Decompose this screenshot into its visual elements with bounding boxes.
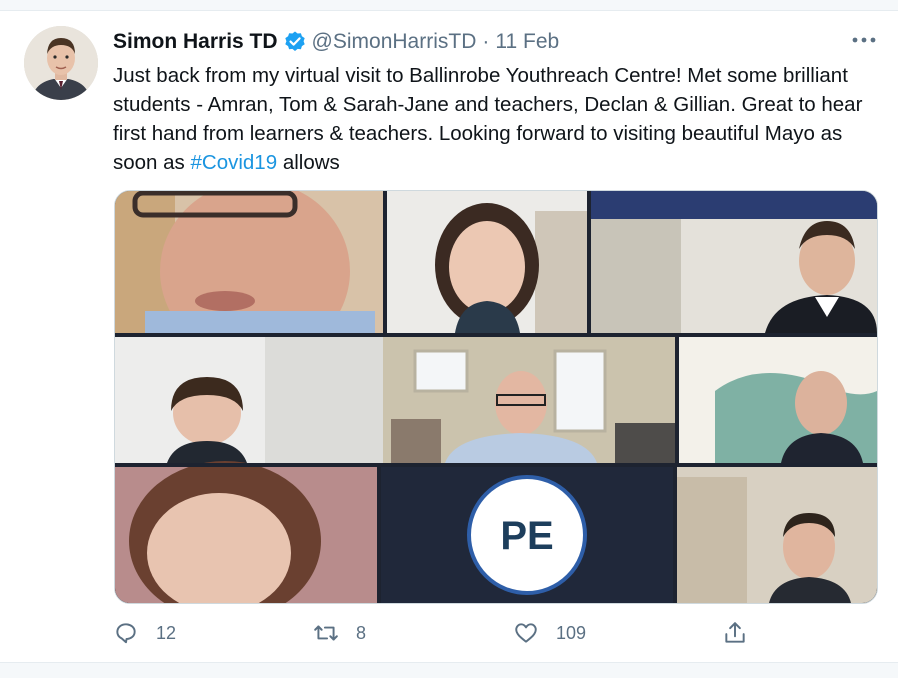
video-tile-4 xyxy=(115,337,383,463)
avatar-image xyxy=(24,26,98,100)
video-tile-3 xyxy=(591,191,877,333)
retweet-icon xyxy=(314,625,338,641)
tweet-text: Just back from my virtual visit to Balli… xyxy=(113,61,883,177)
tweet-actions: 12 8 109 xyxy=(113,616,883,650)
tweet-text-tail: allows xyxy=(277,151,340,174)
hashtag-link[interactable]: #Covid19 xyxy=(191,151,278,174)
timeline-bottom-divider xyxy=(0,662,898,678)
video-tile-9 xyxy=(677,467,877,603)
timeline-top-divider xyxy=(0,0,898,11)
video-tile-2 xyxy=(387,191,587,333)
header-separator: · xyxy=(482,30,490,53)
video-tile-8: PE xyxy=(381,467,673,603)
retweet-count: 8 xyxy=(356,622,367,643)
tweet-date[interactable]: 11 Feb xyxy=(495,30,559,54)
reply-button[interactable]: 12 xyxy=(113,616,176,650)
tweet-photo[interactable]: PE xyxy=(114,190,878,604)
author-name[interactable]: Simon Harris TD xyxy=(113,30,278,54)
video-call-image: PE xyxy=(115,191,877,603)
reply-icon xyxy=(116,623,136,644)
tweet-header: Simon Harris TD @SimonHarrisTD · 11 Feb xyxy=(113,28,559,56)
author-handle[interactable]: @SimonHarrisTD xyxy=(312,30,477,54)
reply-count: 12 xyxy=(156,622,177,643)
video-tile-7 xyxy=(115,461,377,603)
like-count: 109 xyxy=(556,622,587,643)
video-tile-5 xyxy=(383,337,675,463)
heart-icon xyxy=(515,623,537,643)
share-button[interactable] xyxy=(722,616,748,650)
participant-initials: PE xyxy=(500,514,553,558)
more-dots-icon xyxy=(852,37,876,43)
author-avatar[interactable] xyxy=(24,26,98,100)
more-options-button[interactable] xyxy=(848,28,880,52)
video-tile-6 xyxy=(679,337,877,463)
retweet-button[interactable]: 8 xyxy=(313,616,366,650)
like-button[interactable]: 109 xyxy=(513,616,586,650)
verified-badge-icon xyxy=(283,30,307,54)
share-icon xyxy=(725,622,745,643)
